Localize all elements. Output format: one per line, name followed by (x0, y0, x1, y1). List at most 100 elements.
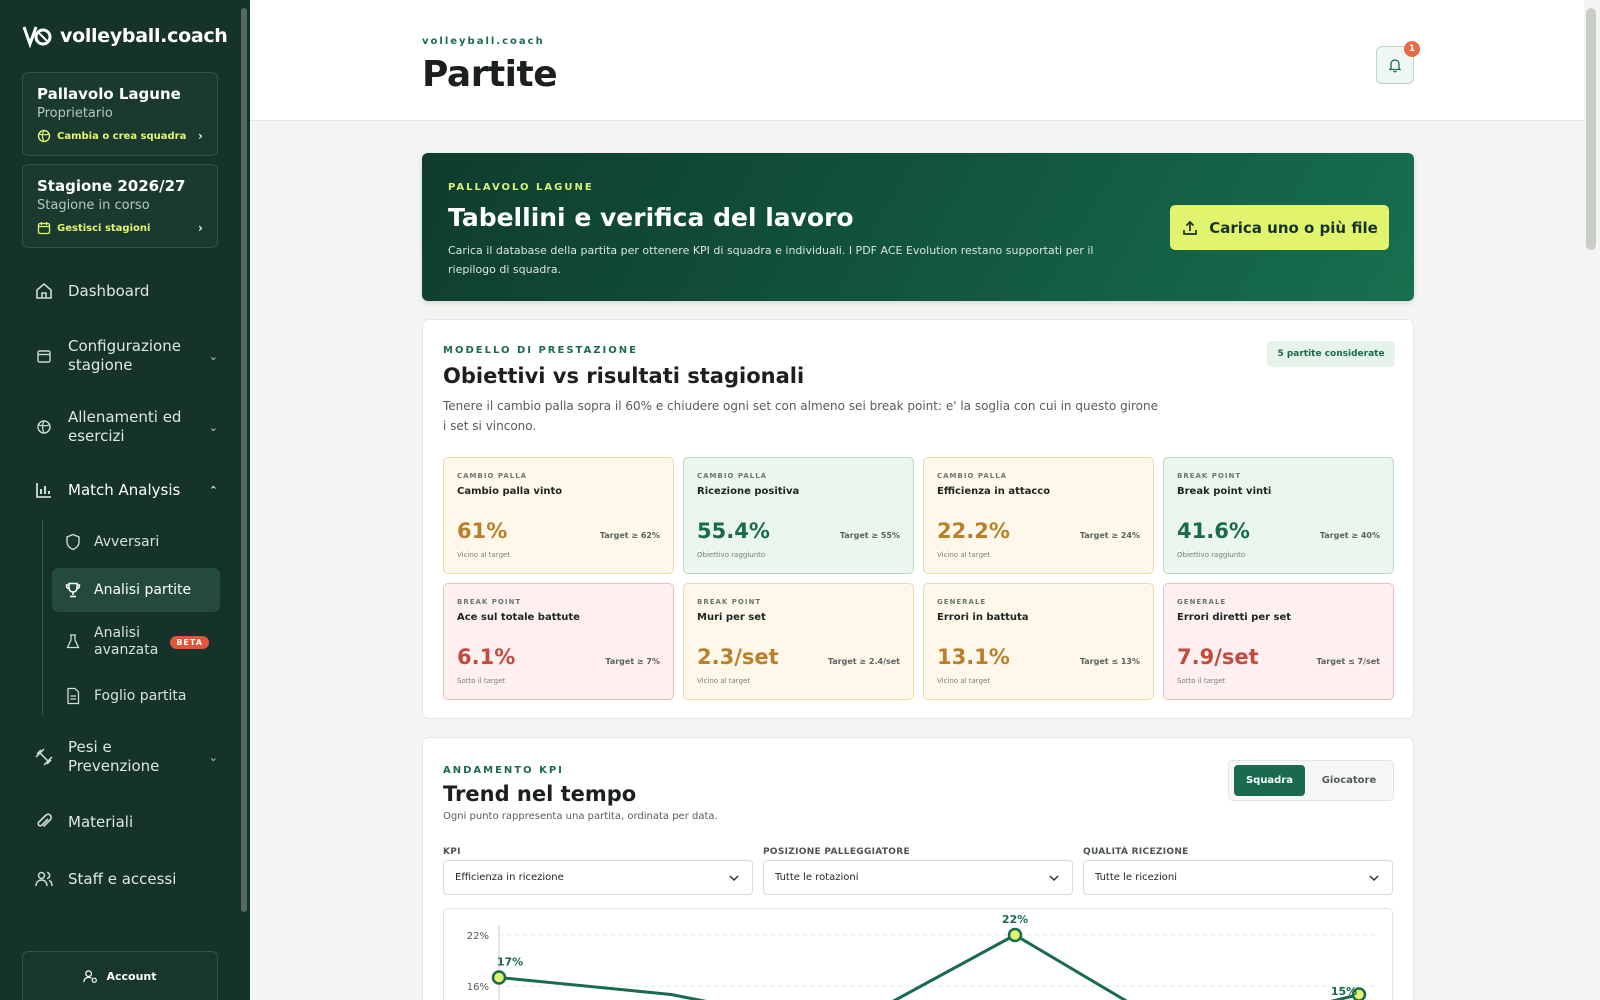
series-line (498, 933, 1360, 1000)
account-button[interactable]: Account (22, 951, 218, 1000)
kpi-card[interactable]: GENERALE Errori in battuta 13.1% Target ≤ 1… (923, 583, 1154, 700)
trend-description: Ogni punto rappresenta una partita, ordi… (443, 811, 718, 822)
kpi-category: BREAK POINT (1177, 472, 1242, 480)
manage-seasons-link[interactable]: Gestisci stagioni › (37, 221, 203, 235)
upload-icon (1183, 220, 1198, 235)
sub-match-sheet[interactable]: Foglio partita (52, 674, 220, 718)
kpi-card[interactable]: BREAK POINT Break point vinti 41.6% Target … (1163, 457, 1394, 574)
chevron-down-icon (1049, 875, 1059, 882)
nav-match-analysis[interactable]: Match Analysis ⌃ (34, 480, 218, 500)
upload-banner: PALLAVOLO LAGUNE Tabellini e verifica de… (422, 153, 1414, 301)
setter-filter-label: POSIZIONE PALLEGGIATORE (763, 847, 910, 857)
calendar-icon (37, 350, 51, 363)
nav-materials[interactable]: Materiali (34, 812, 218, 832)
kpi-select[interactable]: Efficienza in ricezione (443, 860, 753, 895)
data-label: 22% (1002, 913, 1028, 926)
trophy-icon (65, 582, 81, 598)
chevron-down-icon (729, 875, 739, 882)
header-eyebrow: volleyball.coach (422, 36, 545, 47)
brand-logo[interactable]: volleyball.coach (22, 24, 228, 48)
toggle-player[interactable]: Giocatore (1309, 765, 1389, 796)
kpi-name: Ricezione positiva (697, 486, 800, 497)
team-card[interactable]: Pallavolo Lagune Proprietario Cambia o c… (22, 72, 218, 156)
nav-season-config-label: Configurazione stagione (68, 337, 181, 374)
reception-select-value: Tutte le ricezioni (1095, 872, 1178, 883)
data-point (1007, 927, 1023, 943)
setter-select-value: Tutte le rotazioni (775, 872, 859, 883)
sub-opponents-label: Avversari (94, 534, 160, 550)
kpi-name: Efficienza in attacco (937, 486, 1051, 497)
kpi-card[interactable]: GENERALE Errori diretti per set 7.9/set Tar… (1163, 583, 1394, 700)
view-toggle: Squadra Giocatore (1228, 760, 1394, 801)
season-card[interactable]: Stagione 2026/27 Stagione in corso Gesti… (22, 164, 218, 248)
kpi-target: Target ≥ 55% (839, 531, 900, 540)
brand-name: volleyball.coach (60, 25, 228, 47)
kpi-select-value: Efficienza in ricezione (455, 872, 564, 883)
trend-panel: ANDAMENTO KPI Trend nel tempo Ogni punto… (422, 737, 1414, 1000)
home-icon (36, 282, 52, 299)
toggle-team[interactable]: Squadra (1234, 765, 1305, 796)
chevron-right-icon: › (198, 129, 203, 143)
kpi-status: Vicino al target (937, 677, 991, 685)
nav-match-analysis-label: Match Analysis (68, 481, 181, 499)
banner-title: Tabellini e verifica del lavoro (448, 203, 854, 232)
team-name: Pallavolo Lagune (37, 85, 181, 103)
data-point (491, 970, 507, 985)
upload-files-label: Carica uno o più file (1209, 218, 1378, 237)
main-scrollbar[interactable] (1586, 8, 1596, 250)
nav-dashboard[interactable]: Dashboard (34, 281, 218, 301)
kpi-filter-label: KPI (443, 847, 461, 857)
kpi-card[interactable]: BREAK POINT Muri per set 2.3/set Target ≥ 2… (683, 583, 914, 700)
nav-weights[interactable]: Pesi e Prevenzione ⌄ (34, 738, 218, 776)
nav-season-config[interactable]: Configurazione stagione ⌄ (34, 337, 218, 375)
setter-select[interactable]: Tutte le rotazioni (763, 860, 1073, 895)
beta-badge: BETA (170, 635, 209, 649)
upload-files-button[interactable]: Carica uno o più file (1170, 205, 1389, 250)
kpi-name: Muri per set (697, 612, 766, 623)
kpi-value: 22.2% (937, 519, 1010, 543)
performance-description: Tenere il cambio palla sopra il 60% e ch… (443, 399, 1159, 433)
kpi-value: 41.6% (1177, 519, 1250, 543)
kpi-value: 2.3/set (697, 645, 779, 669)
sidebar: volleyball.coach Pallavolo Lagune Propri… (0, 0, 250, 1000)
kpi-target: Target ≥ 7% (605, 657, 660, 666)
chevron-down-icon (1369, 875, 1379, 882)
kpi-value: 6.1% (457, 645, 516, 669)
sub-match-analysis[interactable]: Analisi partite (52, 568, 220, 612)
performance-eyebrow: MODELLO DI PRESTAZIONE (443, 345, 638, 356)
nav-weights-label: Pesi e Prevenzione (68, 738, 160, 775)
trend-chart-svg: 22% 16% 17% 22% 15% (467, 913, 1379, 1000)
kpi-target: Target ≥ 24% (1079, 531, 1140, 540)
chevron-down-icon: ⌄ (208, 349, 218, 363)
team-role: Proprietario (37, 106, 113, 121)
sub-advanced-analysis[interactable]: Analisi avanzata BETA (52, 620, 220, 664)
submenu-divider (42, 520, 43, 715)
calendar-icon (37, 222, 51, 235)
kpi-status: Vicino al target (457, 551, 511, 559)
kpi-card[interactable]: BREAK POINT Ace sul totale battute 6.1% Tar… (443, 583, 674, 700)
reception-select[interactable]: Tutte le ricezioni (1083, 860, 1393, 895)
kpi-card[interactable]: CAMBIO PALLA Efficienza in attacco 22.2% Ta… (923, 457, 1154, 574)
flask-icon (66, 634, 80, 649)
kpi-name: Cambio palla vinto (457, 486, 563, 497)
sub-opponents[interactable]: Avversari (52, 520, 220, 564)
kpi-target: Target ≤ 7/set (1316, 657, 1380, 666)
nav-staff[interactable]: Staff e accessi (34, 869, 218, 889)
sub-advanced-analysis-label: Analisi avanzata (94, 625, 159, 658)
y-tick-label: 22% (467, 931, 489, 942)
sub-match-sheet-label: Foglio partita (94, 688, 187, 704)
kpi-category: CAMBIO PALLA (697, 472, 768, 480)
kpi-name: Errori diretti per set (1177, 612, 1292, 623)
data-label: 17% (497, 956, 523, 969)
kpi-card[interactable]: CAMBIO PALLA Cambio palla vinto 61% Target … (443, 457, 674, 574)
matches-count-badge: 5 partite considerate (1267, 341, 1395, 367)
kpi-category: GENERALE (937, 598, 987, 606)
kpi-status: Obiettivo raggiunto (1177, 551, 1246, 559)
kpi-status: Sotto il target (1177, 677, 1226, 685)
nav-training[interactable]: Allenamenti ed esercizi ⌄ (34, 408, 218, 446)
switch-team-link[interactable]: Cambia o crea squadra › (37, 129, 203, 143)
banner-description: Carica il database della partita per ott… (448, 244, 1094, 276)
kpi-card[interactable]: CAMBIO PALLA Ricezione positiva 55.4% Targe… (683, 457, 914, 574)
kpi-name: Ace sul totale battute (457, 612, 580, 623)
sidebar-scrollbar[interactable] (241, 8, 247, 912)
